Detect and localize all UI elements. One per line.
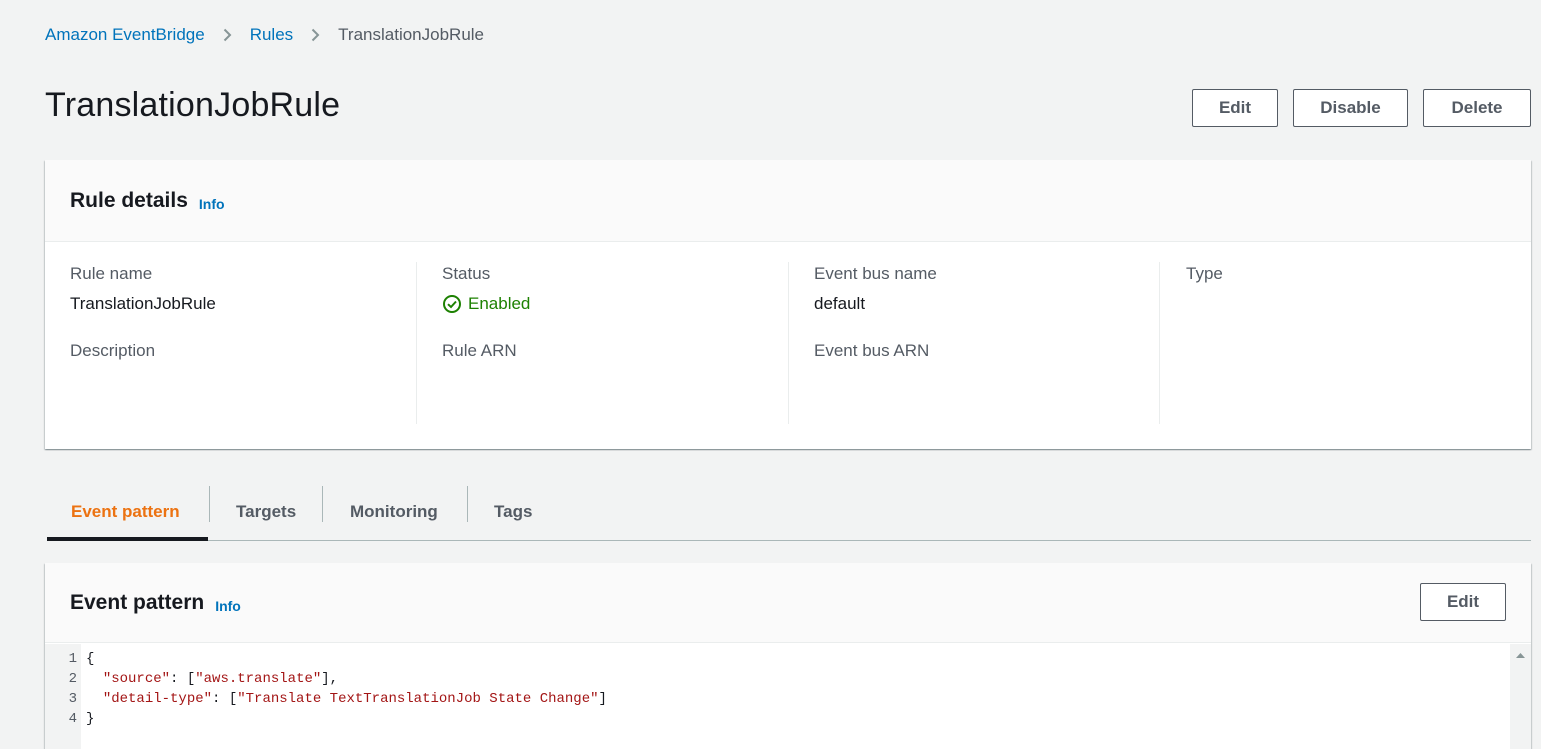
json-punct: : [: [212, 691, 238, 707]
status-check-icon: [443, 295, 461, 313]
breadcrumb-amazon-eventbridge[interactable]: Amazon EventBridge: [45, 25, 205, 45]
tab-divider: [209, 486, 210, 522]
details-column-3: Event bus name default Event bus ARN: [789, 262, 1160, 424]
event-pattern-title: Event pattern: [70, 590, 205, 614]
event-pattern-card: Event pattern Info Edit 1 2 3 4 { "sourc…: [45, 563, 1531, 749]
json-key: "source": [102, 671, 171, 687]
line-number: 4: [68, 711, 77, 727]
code-line-2: "source": ["aws.translate"],: [86, 671, 338, 687]
tab-monitoring[interactable]: Monitoring: [350, 484, 438, 540]
status-label: Status: [442, 264, 491, 283]
breadcrumb-current: TranslationJobRule: [338, 25, 485, 44]
type-label: Type: [1186, 264, 1223, 283]
line-number: 3: [68, 691, 77, 707]
page-title: TranslationJobRule: [45, 86, 341, 124]
tab-tags[interactable]: Tags: [494, 484, 532, 540]
breadcrumb-rules[interactable]: Rules: [250, 25, 293, 45]
line-number: 1: [68, 651, 77, 667]
tab-targets[interactable]: Targets: [236, 484, 296, 540]
event-pattern-info-link[interactable]: Info: [215, 598, 241, 614]
code-line-3: "detail-type": ["Translate TextTranslati…: [86, 691, 607, 707]
scroll-up-arrow-icon[interactable]: [1510, 648, 1531, 662]
rule-arn-label: Rule ARN: [442, 341, 517, 360]
tab-divider: [467, 486, 468, 522]
details-column-2: Status Enabled Rule ARN: [417, 262, 789, 424]
rule-details-card: Rule details Info Rule name TranslationJ…: [45, 160, 1531, 449]
json-punct: ]: [598, 691, 607, 707]
description-label: Description: [70, 341, 156, 360]
code-editor-scrollbar[interactable]: [1510, 644, 1531, 749]
code-line-4: }: [86, 711, 95, 727]
rule-details-header: Rule details Info: [45, 160, 1531, 242]
chevron-right-icon: [223, 28, 232, 42]
event-pattern-header: Event pattern Info: [45, 563, 1531, 643]
json-string: "aws.translate": [195, 671, 322, 687]
event-bus-name-label: Event bus name: [814, 264, 937, 283]
breadcrumb: Amazon EventBridge Rules TranslationJobR…: [45, 24, 484, 46]
code-line-1: {: [86, 651, 95, 667]
edit-rule-button[interactable]: Edit: [1192, 89, 1278, 127]
tab-bar: Event pattern Targets Monitoring Tags: [47, 484, 1531, 541]
json-key: "detail-type": [102, 691, 213, 707]
status-text: Enabled: [468, 294, 531, 313]
status-value: Enabled: [442, 294, 530, 314]
line-number: 2: [68, 671, 77, 687]
details-column-1: Rule name TranslationJobRule Description: [45, 262, 417, 424]
tab-divider: [322, 486, 323, 522]
delete-rule-button[interactable]: Delete: [1423, 89, 1531, 127]
disable-rule-button[interactable]: Disable: [1293, 89, 1408, 127]
event-bus-arn-label: Event bus ARN: [814, 341, 930, 360]
json-punct: ],: [321, 671, 339, 687]
rule-details-title: Rule details: [70, 188, 188, 212]
event-bus-name-value: default: [814, 294, 866, 313]
rule-name-label: Rule name: [70, 264, 153, 283]
active-tab-indicator: [47, 537, 208, 541]
edit-event-pattern-button[interactable]: Edit: [1420, 583, 1506, 621]
event-pattern-code-editor[interactable]: 1 2 3 4 { "source": ["aws.translate"], "…: [45, 644, 1531, 749]
details-column-4: Type: [1161, 262, 1531, 424]
tab-event-pattern[interactable]: Event pattern: [71, 484, 180, 540]
rule-name-value: TranslationJobRule: [70, 294, 216, 313]
chevron-right-icon: [311, 28, 320, 42]
json-punct: : [: [170, 671, 196, 687]
json-string: "Translate TextTranslationJob State Chan…: [237, 691, 599, 707]
rule-details-info-link[interactable]: Info: [199, 196, 225, 212]
